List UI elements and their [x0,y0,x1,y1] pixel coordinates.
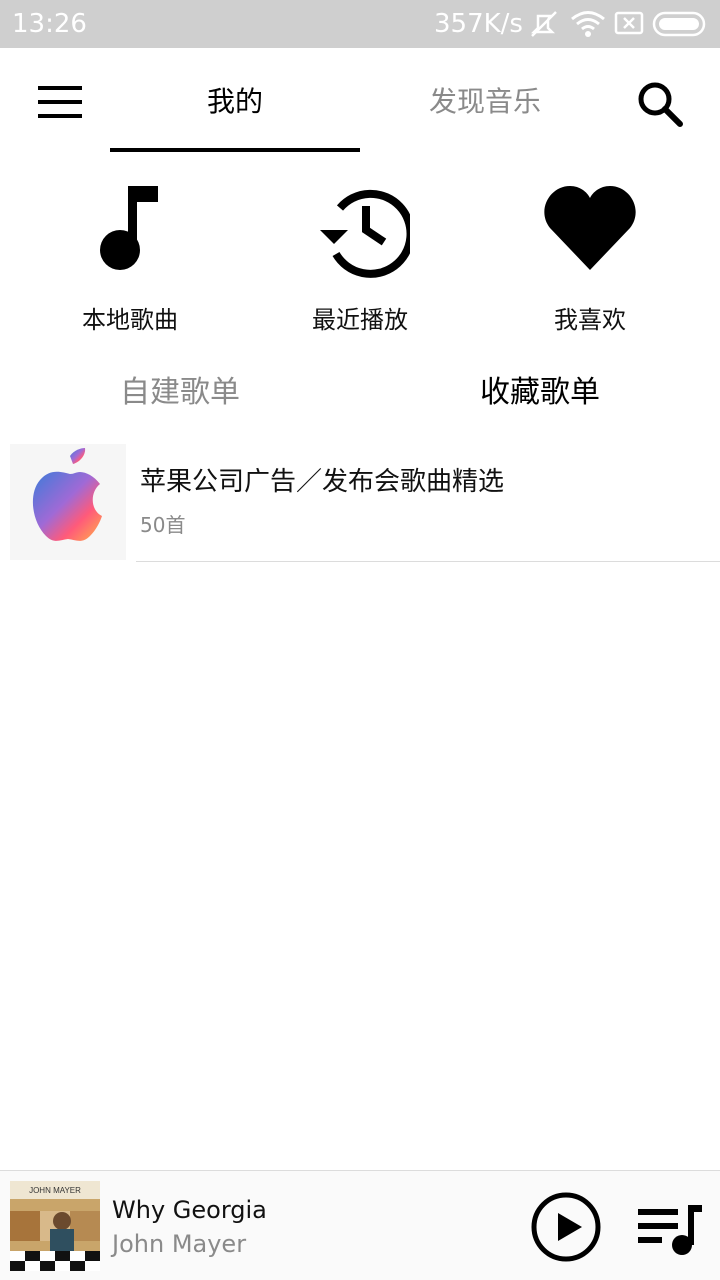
album-art: JOHN MAYER [10,1181,100,1271]
shortcut-label: 我喜欢 [554,306,626,334]
play-icon[interactable] [530,1191,602,1263]
tab-collected-playlists[interactable]: 收藏歌单 [420,370,660,416]
shortcut-label: 最近播放 [312,306,408,334]
tab-created-playlists[interactable]: 自建歌单 [60,370,300,416]
playlist-count: 50首 [140,513,186,537]
shortcut-recently-played[interactable]: 最近播放 [260,180,460,340]
tab-discover-music[interactable]: 发现音乐 [360,78,610,126]
song-artist: John Mayer [112,1230,247,1258]
wifi-icon [571,11,605,37]
top-nav: 我的 发现音乐 [0,48,720,152]
status-bar: 13:26 357K/s [0,0,720,48]
history-icon [320,189,410,278]
song-title: Why Georgia [112,1196,267,1224]
apple-logo-icon [32,448,102,541]
album-cover-text: JOHN MAYER [29,1186,81,1195]
album-cover[interactable]: JOHN MAYER [10,1181,100,1271]
shortcut-label: 本地歌曲 [82,306,178,334]
music-note-icon [100,186,158,270]
shortcut-favorites[interactable]: 我喜欢 [490,180,690,340]
tab-mine[interactable]: 我的 [110,78,360,126]
status-time: 13:26 [12,9,87,39]
menu-icon[interactable] [36,84,84,120]
heart-icon [544,186,636,270]
shortcut-local-songs[interactable]: 本地歌曲 [30,180,230,340]
playlist-cover [10,444,126,560]
mini-player[interactable]: JOHN MAYER Why Georgia John Mayer [0,1170,720,1280]
tab-indicator [110,148,360,152]
playlist-item[interactable]: 苹果公司广告／发布会歌曲精选 50首 [0,444,720,562]
network-speed: 357K/s [434,9,523,39]
sim-card-icon [614,11,644,35]
battery-icon [652,11,706,37]
queue-icon[interactable] [636,1201,704,1257]
divider [136,561,720,562]
search-icon[interactable] [636,80,684,128]
playlist-title: 苹果公司广告／发布会歌曲精选 [140,467,505,497]
mute-icon [530,11,557,37]
